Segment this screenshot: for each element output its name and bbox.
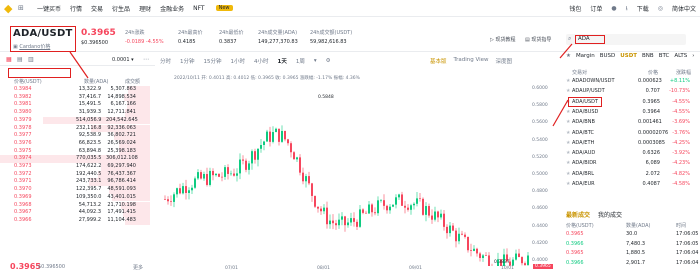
arrow-line <box>552 99 569 127</box>
annotation-arrows <box>69 43 573 127</box>
arrow-line <box>559 43 573 59</box>
arrow-line <box>69 51 89 79</box>
